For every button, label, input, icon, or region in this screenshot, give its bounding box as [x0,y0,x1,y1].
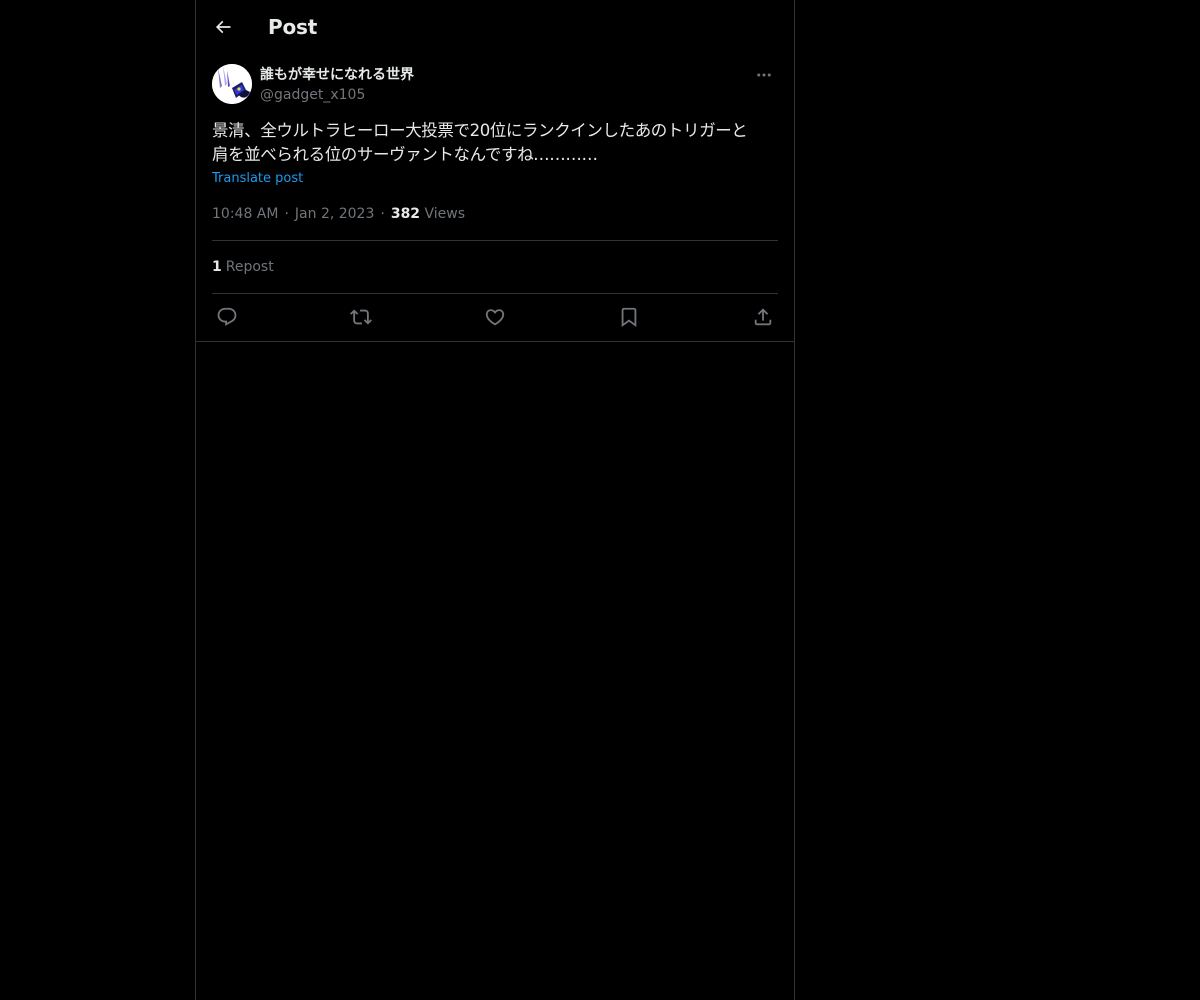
repost-icon [350,306,372,328]
divider [212,240,778,241]
views-label: Views [424,206,466,222]
back-button[interactable] [208,10,238,44]
bookmark-icon [618,306,640,328]
share-icon [752,306,774,328]
more-options-button[interactable] [750,64,778,86]
meta-separator: · [380,206,385,222]
like-button[interactable] [480,303,510,331]
author-handle[interactable]: @gadget_x105 [260,85,365,105]
repost-stats-link[interactable]: 1 Repost [212,257,274,277]
translate-post-link[interactable]: Translate post [212,170,303,188]
reply-icon [216,306,238,328]
post-text: 景清、全ウルトラヒーロー大投票で20位にランクインしたあのトリガーと 肩を並べら… [212,121,748,164]
author-name[interactable]: 誰もが幸せになれる世界 [260,65,414,85]
more-dots-icon [755,66,773,84]
page-header: Post [196,0,794,53]
bookmark-button[interactable] [614,303,644,331]
repost-label: Repost [225,259,274,275]
reply-button[interactable] [212,303,242,331]
share-button[interactable] [748,303,778,331]
divider [196,341,794,342]
post-author: 誰もが幸せになれる世界 @gadget_x105 [212,64,778,108]
repost-button[interactable] [346,303,376,331]
post-detail-column: Post 誰もが幸せになれる世界 @gadget_x105 景清、全ウルトラヒー… [195,0,795,1000]
avatar[interactable] [212,64,252,104]
post-actions-bar [212,303,778,331]
views-count: 382 [390,206,421,222]
page-title: Post [268,15,318,39]
heart-icon [484,306,506,328]
meta-separator: · [284,206,289,222]
repost-count: 1 [212,259,222,275]
post-date[interactable]: Jan 2, 2023 [295,206,374,222]
divider [212,293,778,294]
arrow-left-icon [213,17,233,37]
post-time[interactable]: 10:48 AM [212,206,278,222]
post-meta: 10:48 AM · Jan 2, 2023 · 382 Views [212,204,465,224]
